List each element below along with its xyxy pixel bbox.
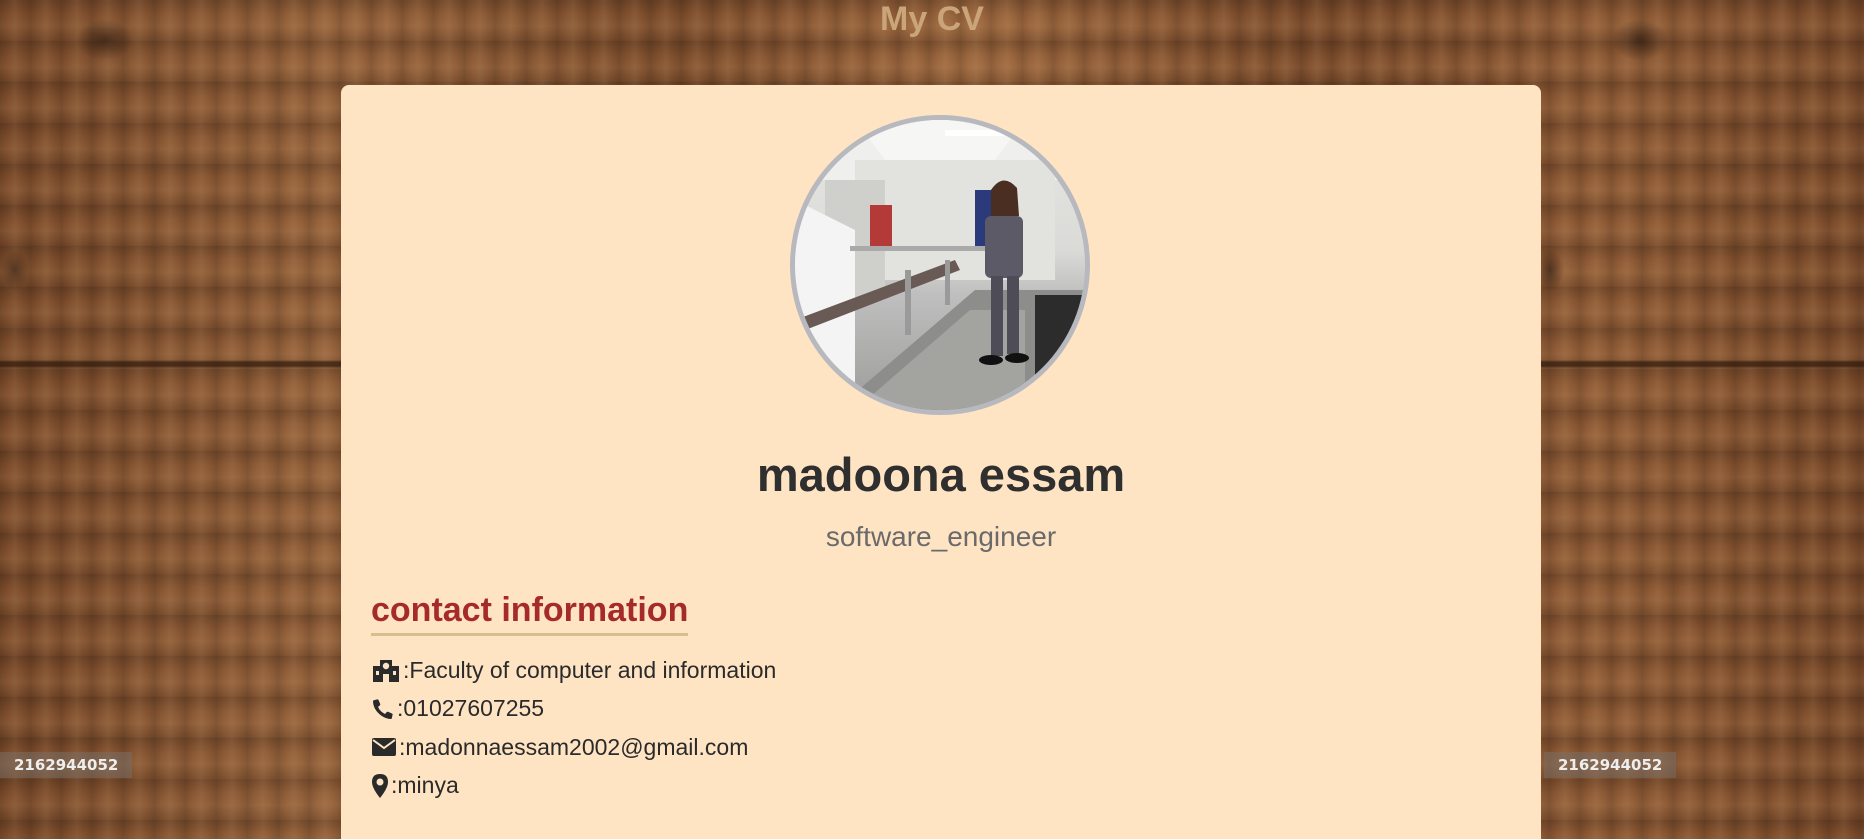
- contact-school-text: :Faculty of computer and information: [403, 656, 777, 683]
- contact-item-phone: :01027607255: [371, 690, 776, 729]
- cv-card: madoona essam software_engineer contact …: [341, 85, 1541, 839]
- phone-icon: [371, 697, 395, 721]
- contact-heading: contact information: [371, 589, 689, 636]
- profile-photo-illustration: [795, 120, 1085, 410]
- page-title: My CV: [880, 0, 984, 38]
- contact-phone-text: :01027607255: [397, 695, 545, 722]
- contact-location-text: :minya: [391, 772, 459, 799]
- profile-photo: [790, 115, 1090, 415]
- envelope-icon: [371, 736, 397, 758]
- school-icon: [371, 658, 401, 683]
- contact-item-email: :madonnaessam2002@gmail.com: [371, 728, 776, 767]
- location-pin-icon: [371, 773, 389, 799]
- contact-item-school: :Faculty of computer and information: [371, 651, 776, 690]
- profile-name: madoona essam: [756, 448, 1126, 501]
- contact-email-text: :madonnaessam2002@gmail.com: [399, 733, 749, 760]
- contact-list: :Faculty of computer and information :01…: [371, 651, 776, 805]
- profile-job-title: software_engineer: [825, 521, 1057, 552]
- contact-item-location: :minya: [371, 767, 776, 806]
- wood-watermark-left: 2162944052: [0, 752, 133, 778]
- wood-watermark-right: 2162944052: [1544, 752, 1677, 778]
